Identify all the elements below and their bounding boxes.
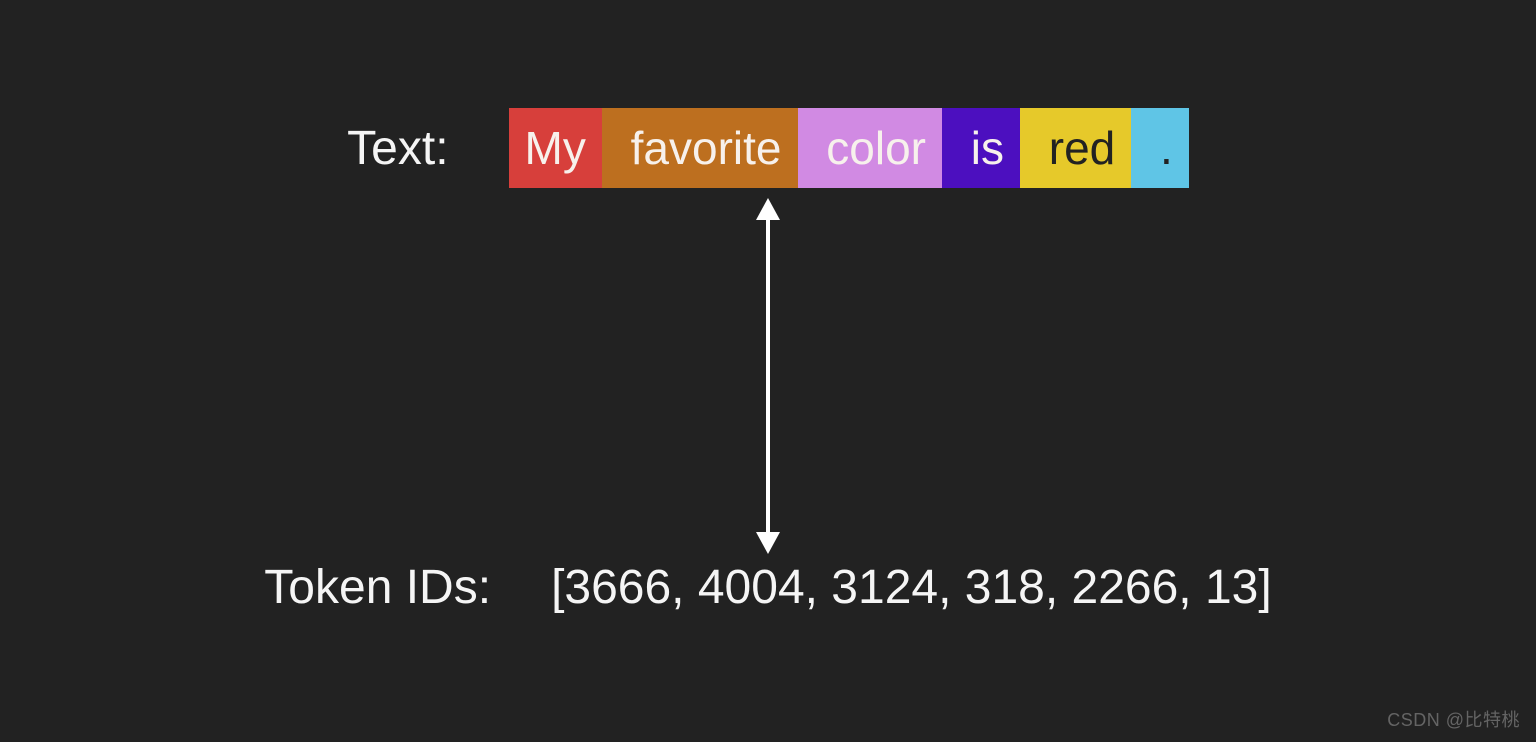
text-row: Text: My favorite color is red . bbox=[0, 108, 1536, 188]
token-my: My bbox=[509, 108, 602, 188]
double-arrow-icon bbox=[0, 196, 1536, 556]
token-ids-label: Token IDs: bbox=[264, 560, 491, 615]
token-favorite: favorite bbox=[602, 108, 798, 188]
token-strip: My favorite color is red . bbox=[509, 108, 1189, 188]
token-red: red bbox=[1020, 108, 1131, 188]
token-color: color bbox=[798, 108, 942, 188]
token-is: is bbox=[942, 108, 1020, 188]
diagram-stage: Text: My favorite color is red . Token I… bbox=[0, 0, 1536, 742]
token-ids-value: [3666, 4004, 3124, 318, 2266, 13] bbox=[551, 560, 1272, 615]
token-period: . bbox=[1131, 108, 1189, 188]
text-label: Text: bbox=[347, 121, 448, 176]
token-ids-row: Token IDs: [3666, 4004, 3124, 318, 2266,… bbox=[0, 560, 1536, 615]
watermark: CSDN @比特桃 bbox=[1387, 706, 1520, 732]
